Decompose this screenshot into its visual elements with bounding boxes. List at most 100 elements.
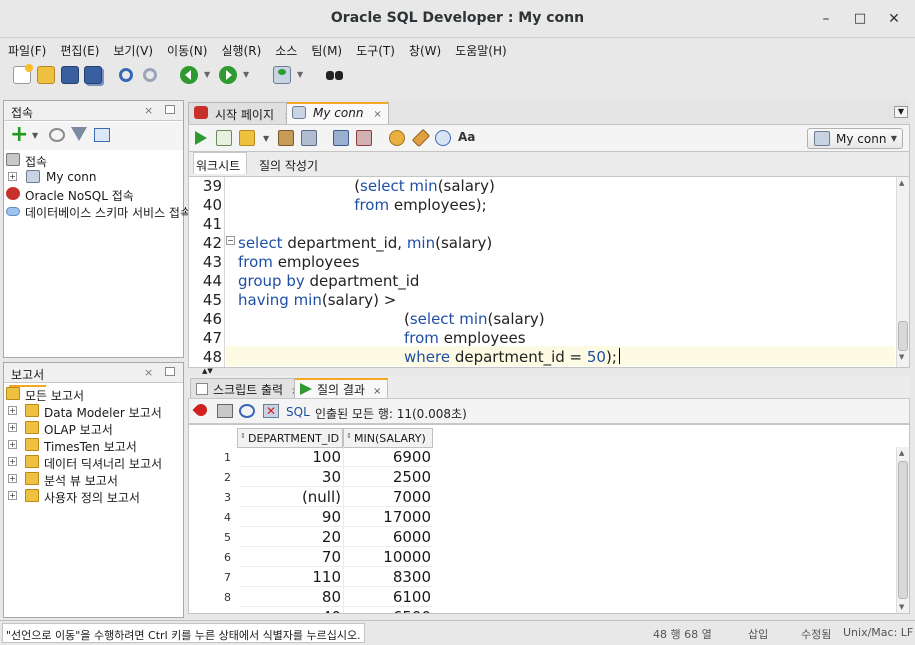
clear-icon[interactable] <box>411 128 431 148</box>
connection-selector[interactable]: My conn ▼ <box>807 128 903 149</box>
scroll-up-icon[interactable]: ▲ <box>899 449 904 457</box>
tab-query-result[interactable]: 질의 결과 × <box>294 378 389 398</box>
autotrace-dropdown-icon[interactable]: ▼ <box>263 134 269 143</box>
code-line[interactable]: select department_id, min(salary) <box>238 234 492 252</box>
sql-tuning-icon[interactable] <box>301 130 317 146</box>
scroll-up-icon[interactable]: ▲ <box>899 179 904 187</box>
fold-collapse-icon[interactable]: − <box>226 236 235 245</box>
explain-plan-icon[interactable] <box>278 130 294 146</box>
rollback-icon[interactable] <box>356 130 372 146</box>
menu-team[interactable]: 팀(M) <box>311 38 342 59</box>
code-line[interactable]: from employees <box>238 253 360 271</box>
code-line[interactable]: where department_id = 50); <box>404 348 620 366</box>
close-tab-icon[interactable]: × <box>373 109 381 120</box>
cell-department-id[interactable]: 20 <box>241 528 341 546</box>
scrollbar-thumb[interactable] <box>898 461 908 599</box>
tab-my-conn[interactable]: My conn × <box>286 102 389 124</box>
menu-edit[interactable]: 편집(E) <box>60 38 99 59</box>
forward-dropdown-icon[interactable]: ▼ <box>243 70 249 79</box>
column-header-min-salary[interactable]: ⇕ MIN(SALARY) <box>343 428 433 448</box>
binoculars-icon[interactable] <box>325 66 345 84</box>
filter-icon[interactable] <box>71 127 87 141</box>
editor-results-splitter[interactable]: ▲▼ <box>188 367 910 376</box>
add-connection-dropdown-icon[interactable]: ▼ <box>32 131 38 140</box>
autotrace-icon[interactable] <box>239 130 255 146</box>
close-tab-icon[interactable]: × <box>373 386 381 397</box>
cell-department-id[interactable]: 90 <box>241 508 341 526</box>
forward-icon[interactable] <box>219 66 237 84</box>
refresh-icon[interactable] <box>239 404 255 418</box>
editor-scrollbar[interactable]: ▲ ▼ <box>896 177 909 367</box>
close-window-button[interactable]: ✕ <box>884 9 904 29</box>
expand-icon[interactable]: + <box>8 457 17 466</box>
cell-department-id[interactable]: (null) <box>241 488 341 506</box>
run-script-icon[interactable] <box>216 130 232 146</box>
tab-script-output[interactable]: 스크립트 출력× <box>190 378 307 398</box>
add-connection-icon[interactable]: + <box>10 124 28 146</box>
code-line[interactable]: group by department_id <box>238 272 419 290</box>
scrollbar-thumb[interactable] <box>898 321 908 351</box>
column-header-department-id[interactable]: ⇕ DEPARTMENT_ID <box>237 428 343 448</box>
print-icon[interactable] <box>217 404 233 418</box>
close-panel-icon[interactable]: × <box>144 104 153 117</box>
undo-icon[interactable] <box>119 68 133 82</box>
cell-department-id[interactable]: 80 <box>241 588 341 606</box>
new-file-icon[interactable] <box>13 64 33 84</box>
run-statement-icon[interactable] <box>193 130 209 146</box>
pin-icon[interactable] <box>192 401 210 419</box>
code-line[interactable]: from employees <box>404 329 526 347</box>
expand-icon[interactable]: + <box>8 474 17 483</box>
cell-min-salary[interactable]: 8300 <box>345 568 431 586</box>
format-icon[interactable]: Aa <box>458 130 475 146</box>
expand-icon[interactable]: + <box>8 440 17 449</box>
cell-min-salary[interactable]: 6100 <box>345 588 431 606</box>
history-icon[interactable] <box>435 130 451 146</box>
expand-icon[interactable]: + <box>8 423 17 432</box>
menu-source[interactable]: 소스 <box>275 38 297 59</box>
cell-department-id[interactable]: 70 <box>241 548 341 566</box>
unshared-sql-icon[interactable] <box>389 130 405 146</box>
cell-department-id[interactable]: 110 <box>241 568 341 586</box>
save-all-icon[interactable] <box>84 66 102 84</box>
cell-department-id[interactable]: 30 <box>241 468 341 486</box>
maximize-button[interactable]: □ <box>850 9 870 29</box>
expand-icon[interactable]: + <box>8 491 17 500</box>
sql-link[interactable]: SQL <box>286 405 310 419</box>
scroll-down-icon[interactable]: ▼ <box>899 353 904 361</box>
code-line[interactable]: from employees); <box>354 196 486 214</box>
scroll-down-icon[interactable]: ▼ <box>899 603 904 611</box>
cell-department-id[interactable]: 100 <box>241 448 341 466</box>
splitter-arrows-icon[interactable]: ▲▼ <box>202 367 213 375</box>
open-folder-icon[interactable] <box>37 66 55 84</box>
tab-list-dropdown-icon[interactable]: ▼ <box>894 106 908 118</box>
close-panel-icon[interactable]: × <box>144 366 153 379</box>
minimize-button[interactable]: – <box>816 9 836 29</box>
schema-browser-icon[interactable] <box>94 128 110 142</box>
refresh-icon[interactable] <box>49 128 65 142</box>
cell-min-salary[interactable]: 2500 <box>345 468 431 486</box>
save-icon[interactable] <box>61 66 79 84</box>
minimize-panel-icon[interactable] <box>165 367 175 376</box>
cell-min-salary[interactable]: 6900 <box>345 448 431 466</box>
sql-worksheet-icon[interactable] <box>273 66 291 84</box>
sql-editor[interactable]: 39 40 41 42 43 44 45 46 47 48 (select min(salary)… <box>188 176 910 368</box>
back-dropdown-icon[interactable]: ▼ <box>204 70 210 79</box>
tab-start-page[interactable]: 시작 페이지× <box>188 102 300 124</box>
cancel-query-icon[interactable]: ✕ <box>263 404 279 418</box>
back-icon[interactable] <box>180 66 198 84</box>
menu-tools[interactable]: 도구(T) <box>356 38 395 59</box>
menu-navigate[interactable]: 이동(N) <box>167 38 207 59</box>
cell-department-id[interactable]: 40 <box>241 608 341 613</box>
commit-icon[interactable] <box>333 130 349 146</box>
tab-query-builder[interactable]: 질의 작성기 <box>259 157 318 174</box>
expand-icon[interactable]: + <box>8 172 17 181</box>
cell-min-salary[interactable]: 17000 <box>345 508 431 526</box>
code-line[interactable]: (select min(salary) <box>404 310 545 328</box>
grid-scrollbar[interactable]: ▲ ▼ <box>896 447 909 613</box>
menu-run[interactable]: 실행(R) <box>221 38 261 59</box>
sql-worksheet-dropdown-icon[interactable]: ▼ <box>297 70 303 79</box>
menu-file[interactable]: 파일(F) <box>8 38 46 59</box>
code-line[interactable]: having min(salary) > <box>238 291 396 309</box>
menu-help[interactable]: 도움말(H) <box>455 38 507 59</box>
cell-min-salary[interactable]: 10000 <box>345 548 431 566</box>
